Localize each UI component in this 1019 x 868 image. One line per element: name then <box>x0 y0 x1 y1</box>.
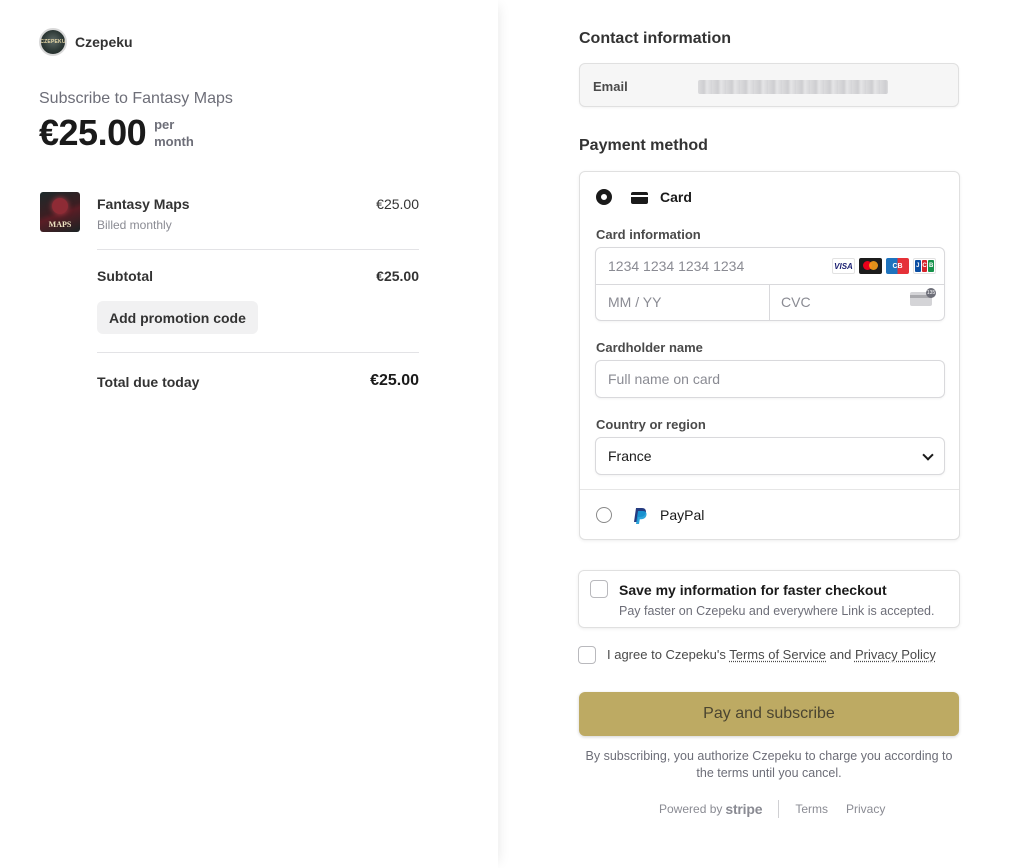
card-method-label: Card <box>660 189 692 205</box>
subtotal-label: Subtotal <box>97 268 153 284</box>
divider <box>596 284 944 285</box>
payment-method-box: Card Card information VISA CB JCB 135 Ca… <box>579 171 960 540</box>
brand-name: Czepeku <box>75 34 133 50</box>
expiry-input[interactable] <box>608 294 758 310</box>
cardholder-name-label: Cardholder name <box>596 340 703 355</box>
email-field[interactable]: Email <box>579 63 959 107</box>
brand[interactable]: CZEPEKU Czepeku <box>39 28 133 56</box>
mastercard-icon <box>859 258 882 274</box>
product-price: €25.00 <box>376 196 419 212</box>
save-info-checkbox[interactable] <box>590 580 608 598</box>
cb-icon: CB <box>886 258 909 274</box>
legal-text: By subscribing, you authorize Czepeku to… <box>585 749 953 780</box>
visa-icon: VISA <box>832 258 855 274</box>
country-select[interactable]: France <box>595 437 945 475</box>
product-name: Fantasy Maps <box>97 196 190 212</box>
checkout-form-panel: Contact information Email Payment method… <box>499 0 1019 868</box>
price-row: €25.00 per month <box>39 112 204 154</box>
total-value: €25.00 <box>370 372 419 389</box>
save-info-title: Save my information for faster checkout <box>619 582 887 598</box>
country-label: Country or region <box>596 417 706 432</box>
footer-terms-link[interactable]: Terms <box>795 802 828 816</box>
subscribe-title: Subscribe to Fantasy Maps <box>39 90 233 107</box>
stripe-logo[interactable]: stripe <box>725 801 762 817</box>
price: €25.00 <box>39 112 147 153</box>
cardholder-name-input[interactable] <box>608 371 928 387</box>
jcb-icon: JCB <box>913 258 936 274</box>
email-label: Email <box>593 79 628 94</box>
skull-art <box>52 198 68 214</box>
divider <box>769 284 770 321</box>
paypal-method-label: PayPal <box>660 507 705 523</box>
paypal-icon <box>634 508 647 524</box>
card-information-label: Card information <box>596 227 701 242</box>
country-value: France <box>608 448 652 464</box>
subtotal-value: €25.00 <box>376 268 419 284</box>
pay-and-subscribe-button[interactable]: Pay and subscribe <box>579 692 959 736</box>
card-number-input[interactable] <box>608 258 808 274</box>
order-summary-panel: CZEPEKU Czepeku Subscribe to Fantasy Map… <box>0 0 498 868</box>
cvc-card-icon: 135 <box>910 288 936 306</box>
divider <box>97 249 419 250</box>
terms-of-service-link[interactable]: Terms of Service <box>729 647 826 662</box>
save-info-subtitle: Pay faster on Czepeku and everywhere Lin… <box>619 604 935 618</box>
cvc-input[interactable] <box>781 294 891 310</box>
price-unit: per month <box>154 117 194 149</box>
credit-card-icon <box>631 192 648 204</box>
paypal-radio[interactable] <box>596 507 612 523</box>
chevron-down-icon <box>922 449 934 461</box>
agree-terms-text: I agree to Czepeku's Terms of Service an… <box>607 647 936 662</box>
card-brands: VISA CB JCB <box>832 258 936 274</box>
card-radio[interactable] <box>596 189 612 205</box>
total-label: Total due today <box>97 374 200 390</box>
save-info-box[interactable]: Save my information for faster checkout … <box>578 570 960 628</box>
divider <box>580 489 959 490</box>
privacy-policy-link[interactable]: Privacy Policy <box>855 647 936 662</box>
product-billing: Billed monthly <box>97 218 172 232</box>
contact-title: Contact information <box>579 30 731 47</box>
cardholder-name-field <box>595 360 945 398</box>
payment-method-title: Payment method <box>579 137 708 154</box>
footer: Powered by stripe Terms Privacy <box>659 800 903 818</box>
brand-logo: CZEPEKU <box>39 28 67 56</box>
footer-privacy-link[interactable]: Privacy <box>846 802 885 816</box>
email-value-redacted <box>698 80 888 94</box>
card-input-group: VISA CB JCB 135 <box>595 247 945 321</box>
agree-terms-checkbox[interactable] <box>578 646 596 664</box>
product-thumbnail: MAPS <box>40 192 80 232</box>
powered-by-label: Powered by <box>659 802 723 816</box>
add-promotion-code-button[interactable]: Add promotion code <box>97 301 258 334</box>
divider <box>778 800 780 818</box>
divider <box>97 352 419 353</box>
